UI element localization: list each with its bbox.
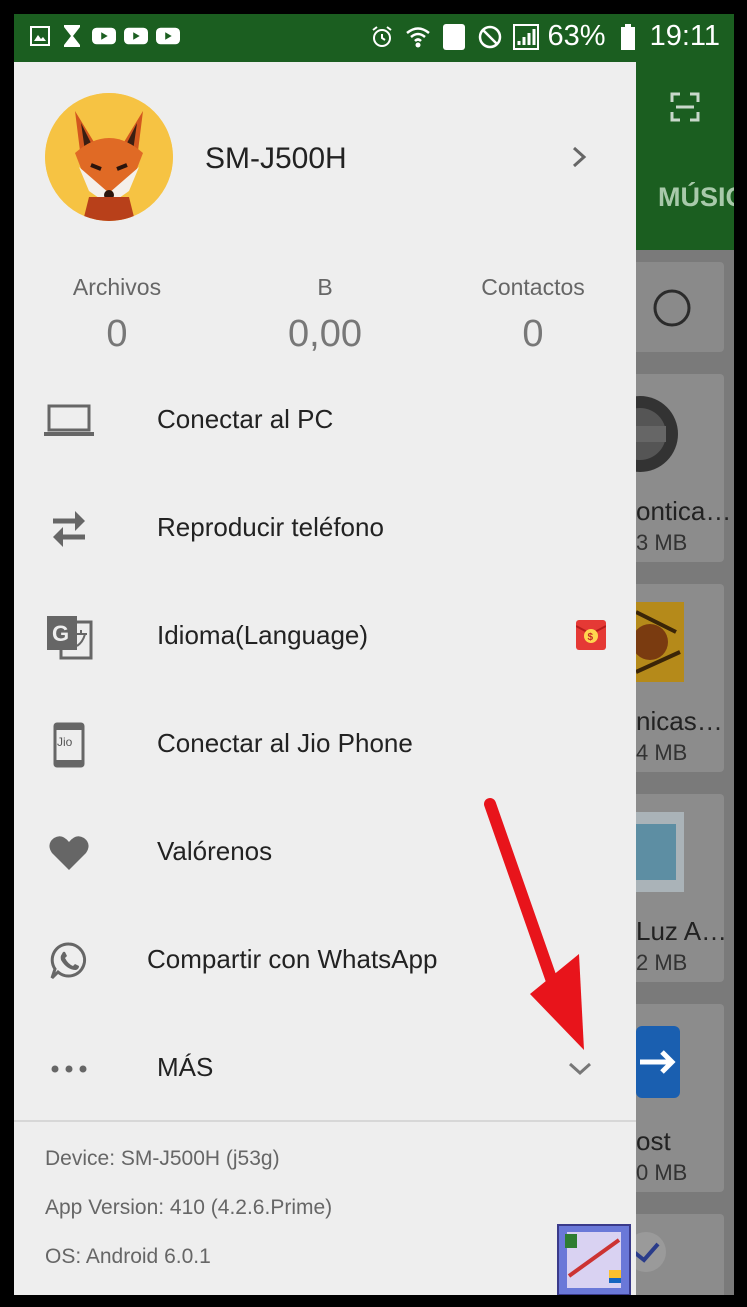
- menu-item-phone-replicate[interactable]: Reproducir teléfono: [14, 474, 636, 582]
- item-name: ost: [636, 1126, 671, 1156]
- phone-screen: 63% 19:11 MÚSIC ontica… 3 MB nicas… 4 MB: [14, 14, 734, 1295]
- hourglass-icon: [60, 24, 84, 48]
- alarm-icon: [368, 23, 396, 51]
- background-list-item[interactable]: nicas… 4 MB: [636, 584, 724, 772]
- svg-text:G: G: [52, 621, 69, 646]
- item-size: 0 MB: [636, 1160, 688, 1185]
- music-cover-icon: [636, 602, 684, 682]
- item-name: ontica…: [636, 496, 732, 526]
- menu-item-language[interactable]: G Idioma(Language) $: [14, 582, 636, 690]
- notification-icons: [28, 24, 180, 48]
- menu-item-label: Conectar al Jio Phone: [157, 728, 413, 758]
- device-name[interactable]: SM-J500H: [205, 142, 347, 176]
- red-envelope-icon[interactable]: $: [576, 620, 606, 650]
- youtube-icon: [124, 24, 148, 48]
- system-status-icons: 63% 19:11: [368, 20, 720, 53]
- heart-icon: [44, 828, 94, 878]
- jio-phone-label: Jio: [57, 735, 73, 749]
- battery-percent: 63%: [547, 20, 606, 52]
- item-size: 2 MB: [636, 950, 688, 975]
- avatar[interactable]: [45, 93, 173, 221]
- teamviewer-icon: [636, 1026, 680, 1098]
- device-info: Device: SM-J500H (j53g): [45, 1147, 280, 1170]
- watermark-logo: [557, 1224, 631, 1295]
- document-thumbnail-icon: [636, 812, 684, 892]
- whatsapp-icon: [44, 936, 94, 986]
- youtube-icon: [156, 24, 180, 48]
- select-circle-icon[interactable]: [652, 288, 692, 328]
- stat-label: B: [317, 274, 333, 300]
- battery-icon: [614, 23, 642, 51]
- stat-value: 0: [522, 313, 544, 355]
- background-list-item: [632, 1214, 724, 1295]
- background-select-row: [636, 262, 724, 352]
- swap-icon: [44, 504, 94, 554]
- item-size: 4 MB: [636, 740, 688, 765]
- check-circle-icon[interactable]: [632, 1232, 676, 1272]
- translate-icon: G: [44, 612, 94, 662]
- tab-music[interactable]: MÚSIC: [658, 182, 734, 213]
- app-thumbnail-icon: [636, 396, 678, 472]
- menu-item-label: Reproducir teléfono: [157, 512, 384, 542]
- menu-item-label: Valórenos: [157, 836, 273, 866]
- status-bar: 63% 19:11: [14, 14, 734, 62]
- fox-avatar-icon: [45, 93, 173, 221]
- menu-item-rate-us[interactable]: Valórenos: [14, 798, 636, 906]
- item-name: Luz A…: [636, 916, 728, 946]
- background-app: MÚSIC ontica… 3 MB nicas… 4 MB Luz A… 2 …: [632, 62, 734, 1295]
- background-list-item[interactable]: Luz A… 2 MB: [636, 794, 728, 982]
- do-not-disturb-icon: [476, 23, 504, 51]
- jio-phone-icon: Jio: [44, 720, 94, 770]
- item-size: 3 MB: [636, 530, 688, 555]
- chevron-down-icon[interactable]: [566, 1060, 594, 1078]
- background-list-item[interactable]: ost 0 MB: [636, 1004, 724, 1192]
- signal-icon: [512, 23, 540, 51]
- stat-value: 0,00: [288, 313, 362, 355]
- stat-files: Archivos 0: [37, 274, 197, 356]
- navigation-drawer: SM-J500H Archivos 0 B 0,00 Contactos 0 C…: [14, 62, 636, 1295]
- svg-text:$: $: [588, 632, 594, 643]
- menu-item-label: MÁS: [157, 1052, 214, 1082]
- stat-bytes: B 0,00: [245, 274, 405, 356]
- wifi-icon: [404, 23, 432, 51]
- more-dots-icon: [44, 1044, 94, 1094]
- stat-value: 0: [106, 313, 128, 355]
- youtube-icon: [92, 24, 116, 48]
- screenshot-frame: 63% 19:11 MÚSIC ontica… 3 MB nicas… 4 MB: [0, 0, 747, 1307]
- menu-item-connect-pc[interactable]: Conectar al PC: [14, 366, 636, 474]
- menu-item-label: Idioma(Language): [157, 620, 369, 650]
- os-info: OS: Android 6.0.1: [45, 1245, 211, 1268]
- menu-item-jio-phone[interactable]: Jio Conectar al Jio Phone: [14, 690, 636, 798]
- menu-item-share-whatsapp[interactable]: Compartir con WhatsApp: [14, 906, 636, 1014]
- menu-item-label: Conectar al PC: [157, 404, 334, 434]
- divider: [14, 1120, 636, 1122]
- stat-label: Archivos: [72, 274, 162, 300]
- background-app-header: MÚSIC: [636, 62, 734, 250]
- laptop-icon: [44, 396, 94, 446]
- background-list-item[interactable]: ontica… 3 MB: [636, 374, 731, 562]
- clock: 19:11: [649, 20, 720, 52]
- menu-item-more[interactable]: MÁS: [14, 1014, 636, 1122]
- item-name: nicas…: [636, 706, 723, 736]
- image-notification-icon: [28, 24, 52, 48]
- scan-icon[interactable]: [670, 92, 700, 122]
- stat-contacts: Contactos 0: [453, 274, 613, 356]
- chevron-right-icon[interactable]: [568, 142, 592, 172]
- stat-label: Contactos: [481, 274, 585, 300]
- menu-item-label: Compartir con WhatsApp: [147, 944, 438, 974]
- app-version-info: App Version: 410 (4.2.6.Prime): [45, 1196, 333, 1219]
- sim-icon: [440, 23, 468, 51]
